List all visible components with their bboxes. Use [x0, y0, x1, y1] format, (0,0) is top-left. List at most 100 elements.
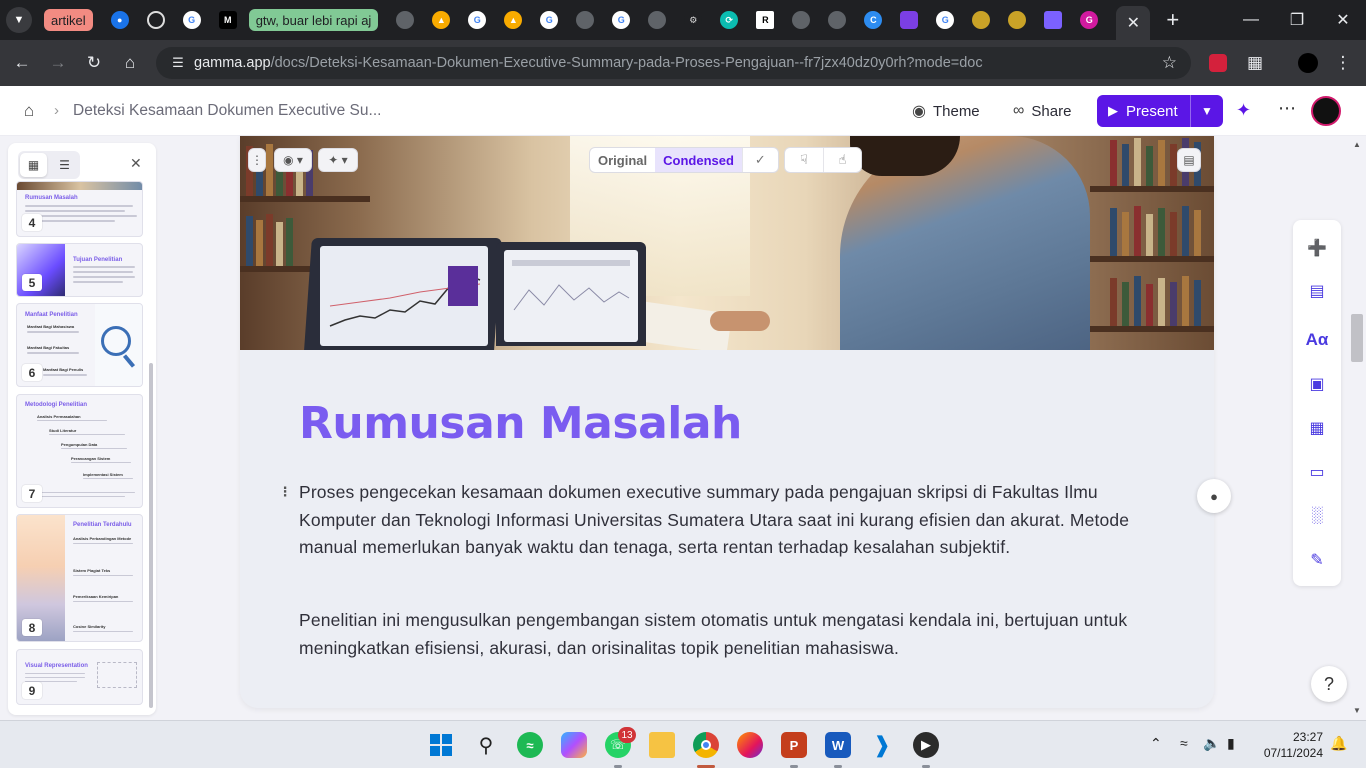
tab-group-gtw[interactable]: gtw, buar lebi rapi aj — [248, 9, 379, 31]
wifi-icon[interactable]: ≈ — [1180, 735, 1188, 751]
reload-icon[interactable]: ↻ — [78, 47, 110, 79]
tab-group-artikel[interactable]: artikel — [44, 9, 93, 31]
google-icon[interactable]: G — [468, 11, 487, 29]
add-card-icon[interactable]: ➕ — [1306, 237, 1328, 259]
google-icon[interactable]: G — [182, 11, 201, 29]
globe-icon[interactable] — [828, 11, 847, 29]
back-icon[interactable]: ← — [6, 47, 38, 79]
list-view-icon[interactable]: ☰ — [49, 151, 80, 179]
panel-scrollbar[interactable] — [149, 363, 153, 708]
more-options-icon[interactable]: ⋯ — [1278, 98, 1297, 119]
slide-thumbnail-7[interactable]: Metodologi Penelitian Analisis Permasala… — [16, 394, 143, 508]
globe-icon[interactable] — [792, 11, 811, 29]
shield-pin-icon[interactable]: ● — [110, 11, 129, 29]
card-notes-icon[interactable]: ▤ — [1177, 148, 1201, 172]
chrome-menu-icon[interactable]: ⋮ — [1327, 47, 1359, 79]
globe-icon[interactable] — [576, 11, 595, 29]
layout-icon[interactable]: ▤ — [1306, 280, 1328, 302]
drive-triad-icon[interactable]: ▲ — [504, 11, 523, 29]
address-bar[interactable]: ☰ gamma.app/docs/Deteksi-Kesamaan-Dokume… — [156, 47, 1191, 79]
tab-search-icon[interactable]: ▼ — [6, 7, 32, 33]
canva-icon[interactable]: C — [864, 11, 883, 29]
google-icon[interactable]: G — [540, 11, 559, 29]
google-icon[interactable]: G — [612, 11, 631, 29]
file-explorer-icon[interactable] — [649, 732, 675, 758]
accept-check-icon[interactable]: ✓ — [741, 148, 778, 172]
medium-icon[interactable]: M — [218, 11, 237, 29]
close-panel-icon[interactable]: ✕ — [130, 155, 142, 172]
stack-icon[interactable] — [1044, 11, 1063, 29]
google-icon[interactable]: G — [936, 11, 955, 29]
chromium-icon[interactable] — [396, 11, 415, 29]
forward-icon[interactable]: → — [42, 47, 74, 79]
paragraph-2[interactable]: Penelitian ini mengusulkan pengembangan … — [299, 607, 1139, 662]
window-close-icon[interactable]: ✕ — [1320, 0, 1366, 40]
condensed-toggle[interactable]: Condensed — [655, 148, 742, 172]
drive-triad-icon[interactable]: ▲ — [432, 11, 451, 29]
text-style-icon[interactable]: Aα — [1306, 329, 1329, 351]
notification-bell-icon[interactable]: 🔔 — [1330, 735, 1347, 752]
copilot-icon[interactable] — [561, 732, 587, 758]
image-icon[interactable]: ▣ — [1306, 373, 1328, 395]
edit-icon[interactable]: ✎ — [1306, 549, 1328, 571]
help-icon[interactable]: ? — [1311, 666, 1347, 702]
media-player-icon[interactable]: ▶ — [913, 732, 939, 758]
extensions-puzzle-icon[interactable]: ▦ — [1239, 47, 1271, 79]
powerpoint-icon[interactable]: P — [781, 732, 807, 758]
search-icon[interactable]: ⚲ — [473, 732, 499, 758]
block-drag-handle-icon[interactable]: ⋮ — [278, 484, 292, 504]
university-icon[interactable] — [972, 11, 991, 29]
present-dropdown-icon[interactable]: ▼ — [1201, 104, 1213, 118]
spotify-icon[interactable]: ≈ — [517, 732, 543, 758]
minimize-icon[interactable]: — — [1228, 0, 1274, 40]
slide-thumbnail-5[interactable]: Tujuan Penelitian 5 — [16, 243, 143, 297]
researchgate-icon[interactable]: R — [756, 11, 775, 29]
main-scrollbar[interactable] — [1351, 314, 1363, 362]
url-text[interactable]: gamma.app/docs/Deteksi-Kesamaan-Dokumen-… — [194, 55, 983, 71]
system-clock[interactable]: 23:27 07/11/2024 — [1257, 729, 1323, 761]
gamma-icon[interactable]: G — [1080, 11, 1099, 29]
app-icon[interactable] — [900, 11, 919, 29]
chrome-icon[interactable] — [693, 732, 719, 758]
thumbs-up-icon[interactable]: ☝ — [822, 148, 861, 172]
profile-icon[interactable] — [1292, 47, 1324, 79]
ai-sparkle-icon[interactable]: ✦ — [1236, 100, 1251, 121]
close-tab-icon[interactable]: ✕ — [1116, 6, 1151, 40]
openai-icon[interactable] — [146, 11, 165, 29]
windows-start-icon[interactable] — [428, 732, 454, 758]
slide-thumbnail-9[interactable]: Visual Representation 9 — [16, 649, 143, 705]
paragraph-1[interactable]: Proses pengecekan kesamaan dokumen execu… — [299, 479, 1139, 562]
scroll-up-icon[interactable]: ▲ — [1353, 140, 1361, 149]
refresh-icon[interactable]: ⟳ — [720, 11, 739, 29]
slide-thumbnail-8[interactable]: Penelitian Terdahulu Analisis Perbanding… — [16, 514, 143, 642]
thumbnail-view-icon[interactable]: ▦ — [20, 153, 47, 177]
vscode-icon[interactable]: ❱ — [869, 732, 895, 758]
doc-title-breadcrumb[interactable]: Deteksi Kesamaan Dokumen Executive Su... — [73, 102, 381, 120]
home-icon[interactable]: ⌂ — [18, 100, 40, 122]
restore-icon[interactable]: ❐ — [1274, 0, 1320, 40]
tray-chevron-up-icon[interactable]: ⌃ — [1150, 735, 1162, 752]
robot-icon[interactable]: ⚙ — [684, 11, 703, 29]
slide-thumbnail-4[interactable]: Rumusan Masalah 4 — [16, 181, 143, 237]
share-button[interactable]: ∞ Share — [1013, 96, 1071, 126]
card-heading[interactable]: Rumusan Masalah — [299, 398, 742, 449]
original-toggle[interactable]: Original — [590, 148, 655, 172]
battery-icon[interactable]: ▮ — [1227, 735, 1235, 752]
comment-icon[interactable]: ● — [1197, 479, 1231, 513]
firefox-icon[interactable] — [737, 732, 763, 758]
globe-icon[interactable] — [648, 11, 667, 29]
new-tab-icon[interactable]: + — [1166, 7, 1179, 33]
scroll-down-icon[interactable]: ▼ — [1353, 706, 1361, 715]
slide-thumbnail-6[interactable]: Manfaat Penelitian Manfaat Bagi Mahasisw… — [16, 303, 143, 387]
chart-icon[interactable]: ░ — [1306, 505, 1328, 527]
video-icon[interactable]: ▦ — [1306, 417, 1328, 439]
university-icon[interactable] — [1008, 11, 1027, 29]
present-button[interactable]: ▶ Present ▼ — [1097, 95, 1223, 127]
thumbs-down-icon[interactable]: ☟ — [785, 148, 823, 172]
volume-icon[interactable]: 🔈 — [1203, 735, 1220, 752]
avatar[interactable] — [1311, 96, 1341, 126]
embed-icon[interactable]: ▭ — [1306, 461, 1328, 483]
card-drag-handle-icon[interactable]: ⋮ — [248, 148, 266, 172]
site-info-icon[interactable]: ☰ — [164, 55, 192, 71]
card-style-icon[interactable]: ◉ ▾ — [274, 148, 312, 172]
